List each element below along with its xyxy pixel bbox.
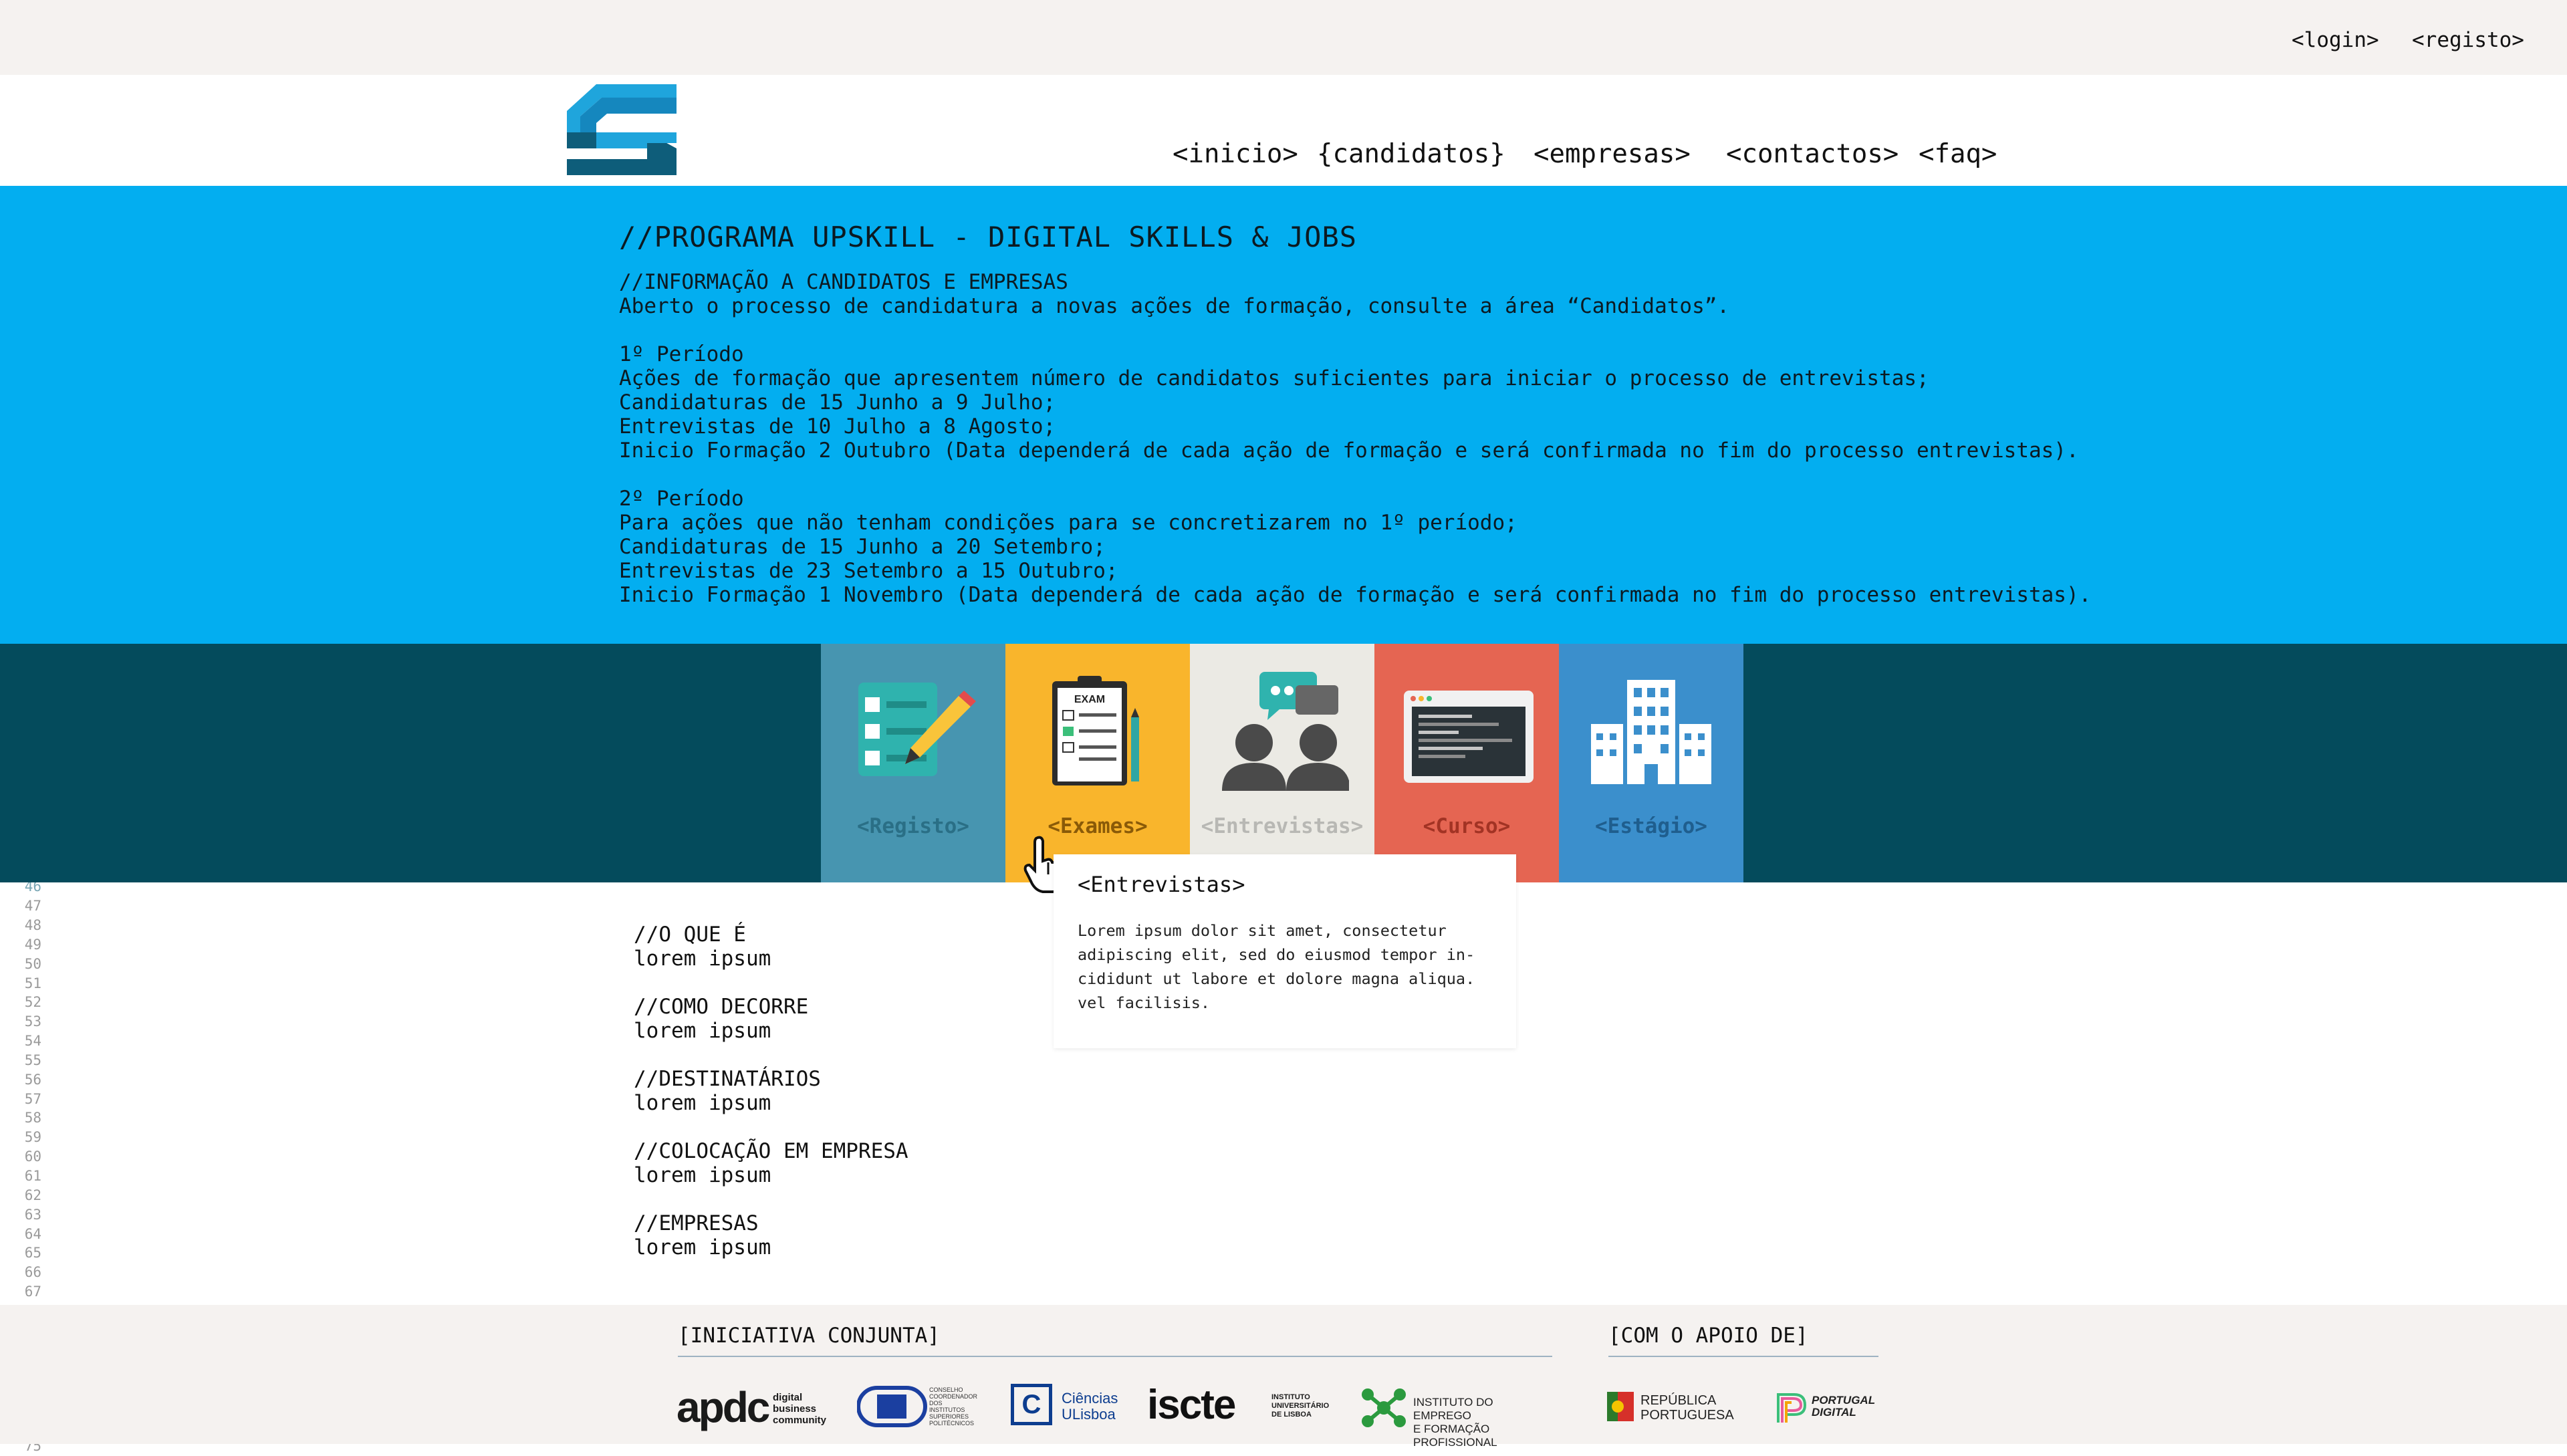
republica-text: REPÚBLICA PORTUGUESA — [1640, 1393, 1734, 1423]
line-number: 61 — [24, 1168, 41, 1184]
hero-line: Entrevistas de 23 Setembro a 15 Outubro; — [619, 559, 1118, 583]
tile-label: <Curso> — [1423, 814, 1511, 838]
hero-line: Para ações que não tenham condições para… — [619, 511, 1517, 535]
republica-portuguesa-logo[interactable]: REPÚBLICA PORTUGUESA — [1607, 1377, 1734, 1433]
hero-line: Aberto o processo de candidatura a novas… — [619, 294, 1730, 318]
section-heading: //EMPRESAS — [634, 1211, 759, 1235]
hero-line: //INFORMAÇÃO A CANDIDATOS E EMPRESAS — [619, 270, 1068, 294]
iscte-wordmark: iscte — [1147, 1382, 1236, 1428]
nav-faq[interactable]: <faq> — [1919, 139, 1997, 169]
ciencias-text: Ciências ULisboa — [1062, 1390, 1118, 1423]
hero-line: 1º Período — [619, 342, 744, 366]
ccisp-text: CONSELHO COORDENADOR DOS INSTITUTOS SUPERIO… — [929, 1386, 978, 1427]
ccisp-logo[interactable]: CONSELHO COORDENADOR DOS INSTITUTOS SUPERIO… — [857, 1377, 987, 1433]
tile-label: <Entrevistas> — [1201, 814, 1364, 838]
line-number: 66 — [24, 1264, 41, 1281]
section-heading: //DESTINATÁRIOS — [634, 1067, 821, 1091]
portugal-digital-text: PORTUGAL DIGITAL — [1812, 1394, 1876, 1419]
tile-estagio[interactable]: <Estágio> — [1559, 644, 1743, 882]
clipboard-checklist-icon — [858, 683, 976, 776]
line-number: 53 — [24, 1013, 41, 1030]
interview-people-icon — [1222, 672, 1349, 791]
portugal-flag-icon — [1607, 1392, 1634, 1421]
iscte-text: INSTITUTO UNIVERSITÁRIO DE LISBOA — [1271, 1393, 1330, 1419]
top-utility-bar — [0, 0, 2567, 75]
section-body: lorem ipsum — [634, 1235, 771, 1259]
hero-line: Ações de formação que apresentem número … — [619, 366, 1929, 390]
line-number: 65 — [24, 1245, 41, 1261]
hero-banner — [0, 186, 2567, 644]
nav-inicio[interactable]: <inicio> — [1173, 139, 1298, 169]
section-heading: //O QUE É — [634, 923, 746, 947]
buildings-icon — [1591, 680, 1711, 784]
line-number: 59 — [24, 1129, 41, 1146]
hero-line: Entrevistas de 10 Julho a 8 Agosto; — [619, 414, 1056, 439]
line-number: 64 — [24, 1225, 41, 1242]
tile-registo[interactable]: <Registo> — [821, 644, 1005, 882]
portugal-digital-mark-icon — [1777, 1393, 1807, 1423]
site-header — [0, 75, 2567, 186]
apdc-logo[interactable]: apdc digital business community — [677, 1377, 832, 1433]
iefp-mark-icon — [1362, 1388, 1406, 1427]
exam-sheet-icon: EXAM — [1052, 676, 1139, 785]
ciencias-mark: C — [1011, 1384, 1052, 1425]
line-number: 57 — [24, 1090, 41, 1107]
footer-divider — [1608, 1356, 1878, 1357]
footer-support-heading: [COM O APOIO DE] — [1608, 1324, 1808, 1348]
line-number: 58 — [24, 1110, 41, 1126]
ccisp-mark-icon — [857, 1386, 927, 1427]
site-logo-icon — [567, 84, 677, 175]
footer-divider — [678, 1356, 1552, 1357]
line-number: 50 — [24, 955, 41, 972]
hero-line: 2º Período — [619, 487, 744, 511]
ciencias-ulisboa-logo[interactable]: C Ciências ULisboa — [1011, 1377, 1124, 1433]
line-number: 56 — [24, 1071, 41, 1088]
iefp-logo[interactable]: INSTITUTO DO EMPREGO E FORMAÇÃO PROFISSIO… — [1360, 1377, 1554, 1449]
portugal-digital-logo[interactable]: PORTUGAL DIGITAL — [1774, 1377, 1881, 1433]
apdc-wordmark: apdc — [677, 1383, 770, 1431]
computer-terminal-icon — [1404, 691, 1534, 783]
iefp-text: INSTITUTO DO EMPREGO E FORMAÇÃO PROFISSIO… — [1413, 1396, 1497, 1449]
exam-label: EXAM — [1074, 694, 1105, 705]
nav-empresas[interactable]: <empresas> — [1534, 139, 1691, 169]
line-number: 63 — [24, 1206, 41, 1223]
nav-contactos[interactable]: <contactos> — [1726, 139, 1899, 169]
hero-title: //PROGRAMA UPSKILL - DIGITAL SKILLS & JO… — [619, 221, 1358, 253]
tile-curso[interactable]: <Curso> — [1374, 644, 1559, 882]
tile-label: <Estágio> — [1595, 814, 1707, 838]
tile-label: <Registo> — [857, 814, 969, 838]
section-heading: //COLOCAÇÃO EM EMPRESA — [634, 1139, 908, 1163]
iscte-logo[interactable]: iscte INSTITUTO UNIVERSITÁRIO DE LISBOA — [1147, 1377, 1334, 1433]
nav-candidatos[interactable]: {candidatos} — [1317, 139, 1505, 169]
line-number: 52 — [24, 994, 41, 1011]
section-body: lorem ipsum — [634, 1019, 771, 1043]
section-heading: //COMO DECORRE — [634, 995, 809, 1019]
hero-line: Candidaturas de 15 Junho a 9 Julho; — [619, 390, 1056, 414]
tile-entrevistas[interactable]: <Entrevistas> — [1190, 644, 1374, 882]
login-link[interactable]: <login> — [2292, 28, 2379, 52]
section-body: lorem ipsum — [634, 1163, 771, 1187]
line-number: 60 — [24, 1148, 41, 1165]
tooltip-body: Lorem ipsum dolor sit amet, consectetur … — [1078, 921, 1475, 1012]
line-number: 55 — [24, 1052, 41, 1068]
footer-joint-heading: [INICIATIVA CONJUNTA] — [678, 1324, 940, 1348]
apdc-tagline: digital business community — [773, 1392, 827, 1426]
tooltip-title: <Entrevistas> — [1078, 872, 1245, 897]
tooltip-popup: <Entrevistas> Lorem ipsum dolor sit amet… — [1054, 854, 1516, 1048]
hero-line: Inicio Formação 1 Novembro (Data depende… — [619, 583, 2092, 607]
line-number: 48 — [24, 917, 41, 933]
line-number: 51 — [24, 975, 41, 991]
line-number: 54 — [24, 1033, 41, 1050]
site-logo[interactable] — [567, 84, 677, 175]
line-number: 62 — [24, 1187, 41, 1203]
line-number: 49 — [24, 936, 41, 953]
line-number: 67 — [24, 1284, 41, 1300]
section-body: lorem ipsum — [634, 1091, 771, 1115]
section-body: lorem ipsum — [634, 947, 771, 971]
hero-line: Inicio Formação 2 Outubro (Data depender… — [619, 439, 2079, 463]
line-number: 47 — [24, 898, 41, 915]
registo-link[interactable]: <registo> — [2412, 28, 2524, 52]
hero-line: Candidaturas de 15 Junho a 20 Setembro; — [619, 535, 1106, 559]
